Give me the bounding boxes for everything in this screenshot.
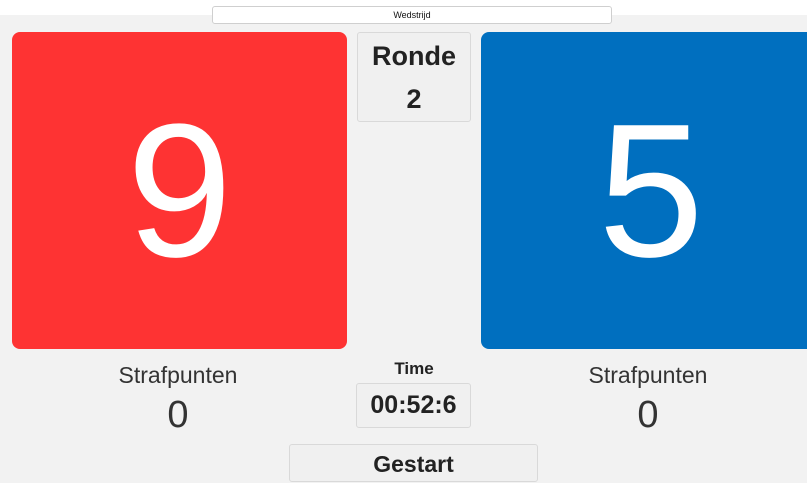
round-box: Ronde 2: [357, 32, 471, 122]
red-score-value: 9: [126, 84, 233, 297]
red-penalty-value[interactable]: 0: [78, 394, 278, 437]
round-label: Ronde: [372, 41, 456, 71]
match-name-field[interactable]: Wedstrijd: [212, 6, 612, 24]
red-score-panel[interactable]: 9: [12, 32, 347, 349]
time-label: Time: [394, 359, 434, 378]
blue-score-value: 5: [598, 84, 704, 297]
status-button[interactable]: Gestart: [289, 444, 538, 482]
timer-display[interactable]: 00:52:6: [356, 383, 471, 428]
blue-score-panel[interactable]: 5: [481, 32, 807, 349]
blue-penalty-value[interactable]: 0: [548, 394, 748, 437]
blue-penalty-label: Strafpunten: [588, 362, 708, 388]
round-value: 2: [406, 84, 422, 114]
red-penalty-label: Strafpunten: [118, 362, 238, 388]
